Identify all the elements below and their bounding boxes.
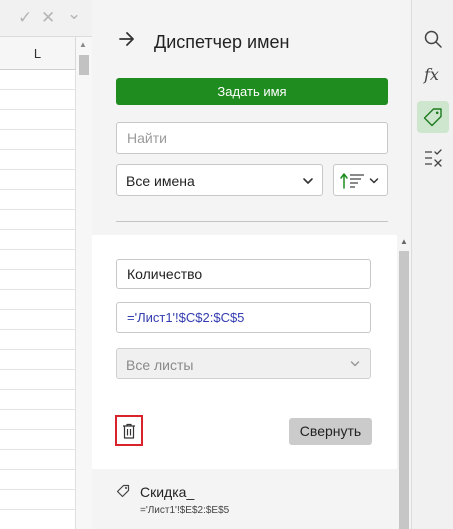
search-input[interactable] — [116, 122, 388, 154]
function-icon: fx — [424, 65, 439, 84]
column-header[interactable]: L — [0, 37, 76, 70]
search-button[interactable] — [417, 23, 449, 55]
collapse-button[interactable]: Свернуть — [289, 418, 372, 445]
sort-button[interactable] — [333, 164, 388, 196]
list-item[interactable]: Скидка_ ='Лист1'!$E$2:$E$5 — [92, 470, 397, 529]
right-toolbar: fx — [411, 0, 453, 529]
chevron-down-icon[interactable]: ⌄ — [67, 4, 81, 24]
name-manager-panel: Диспетчер имен Задать имя Все имена Коли… — [92, 0, 411, 529]
divider — [116, 221, 388, 222]
chevron-down-icon — [303, 178, 313, 184]
formula-bar: ✓ ✕ ⌄ — [0, 0, 92, 37]
confirm-icon[interactable]: ✓ — [18, 8, 32, 28]
trash-icon — [123, 423, 135, 439]
chevron-down-icon — [369, 178, 379, 184]
scope-value: Все листы — [126, 357, 194, 373]
scroll-up-arrow-icon[interactable]: ▲ — [400, 237, 408, 246]
delete-button[interactable] — [115, 415, 143, 446]
cell-grid[interactable] — [0, 70, 76, 529]
search-icon — [424, 30, 442, 48]
list-item-reference: ='Лист1'!$E$2:$E$5 — [140, 505, 230, 516]
check-list-button[interactable] — [417, 142, 449, 174]
sheet-scrollbar-thumb[interactable] — [79, 55, 89, 75]
list-item-title: Скидка_ — [140, 484, 195, 500]
panel-scrollbar[interactable]: ▲ — [397, 235, 411, 529]
name-input[interactable]: Количество — [116, 259, 371, 289]
scroll-up-arrow-icon[interactable]: ▲ — [79, 40, 87, 49]
cancel-icon[interactable]: ✕ — [41, 8, 55, 28]
name-manager-button[interactable] — [417, 101, 449, 133]
panel-title: Диспетчер имен — [154, 32, 290, 52]
spreadsheet-area: ✓ ✕ ⌄ L ▲ — [0, 0, 92, 529]
tag-icon — [423, 108, 442, 127]
scope-select: Все листы — [116, 348, 371, 379]
names-filter-value: Все имена — [126, 173, 195, 189]
name-editor-card: Количество ='Лист1'!$C$2:$C$5 Все листы … — [92, 235, 397, 469]
tag-icon — [116, 484, 130, 498]
panel-scrollbar-thumb[interactable] — [399, 251, 409, 529]
sort-ascending-icon — [340, 173, 364, 189]
names-filter-select[interactable]: Все имена — [116, 164, 323, 196]
check-list-icon — [425, 149, 442, 167]
reference-input[interactable]: ='Лист1'!$C$2:$C$5 — [116, 302, 371, 333]
panel-header: Диспетчер имен — [92, 0, 411, 80]
sheet-scrollbar[interactable] — [76, 37, 92, 529]
define-name-button[interactable]: Задать имя — [116, 78, 388, 105]
chevron-down-icon — [350, 361, 360, 367]
arrow-right-icon[interactable] — [116, 28, 138, 50]
function-button[interactable]: fx — [417, 60, 449, 92]
